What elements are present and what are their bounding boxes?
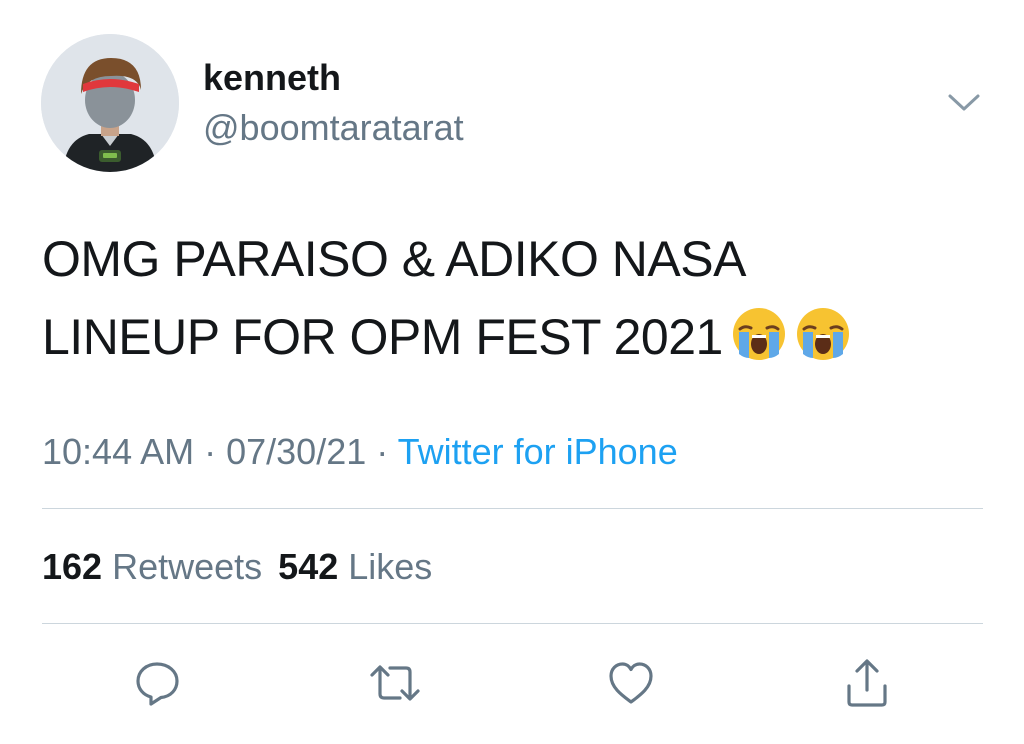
tweet-text-line-content: LINEUP FOR OPM FEST 2021	[42, 309, 723, 365]
tweet-stats: 162 Retweets 542 Likes	[42, 545, 432, 589]
loudly-crying-face-icon	[731, 306, 787, 362]
likes-label: Likes	[348, 546, 433, 587]
avatar-image	[41, 34, 179, 172]
tweet-text-line: OMG PARAISO & ADIKO NASA	[42, 231, 746, 287]
tweet-source-link[interactable]: Twitter for iPhone	[398, 431, 678, 472]
retweets-label: Retweets	[112, 546, 263, 587]
meta-separator: ·	[366, 431, 398, 472]
tweet-date: 07/30/21	[226, 431, 367, 472]
like-icon[interactable]	[604, 656, 658, 710]
avatar[interactable]	[41, 34, 179, 172]
divider	[42, 623, 983, 624]
loudly-crying-face-icon	[795, 306, 851, 362]
retweets-stat[interactable]: 162 Retweets	[42, 546, 262, 587]
tweet-text-line: LINEUP FOR OPM FEST 2021	[42, 298, 982, 376]
meta-separator: ·	[194, 431, 227, 472]
retweet-icon[interactable]	[368, 656, 422, 710]
likes-stat[interactable]: 542 Likes	[278, 546, 432, 587]
chevron-down-icon[interactable]	[942, 82, 986, 122]
share-icon[interactable]	[840, 656, 894, 710]
user-handle[interactable]: @boomtaratarat	[203, 106, 464, 150]
reply-icon[interactable]	[130, 656, 184, 710]
likes-count: 542	[278, 546, 339, 587]
divider	[42, 508, 983, 509]
tweet-time: 10:44 AM	[42, 431, 195, 472]
tweet-meta: 10:44 AM · 07/30/21 · Twitter for iPhone	[42, 430, 678, 474]
retweets-count: 162	[42, 546, 103, 587]
tweet-detail: kenneth @boomtaratarat OMG PARAISO & ADI…	[0, 0, 1024, 744]
tweet-text: OMG PARAISO & ADIKO NASA LINEUP FOR OPM …	[42, 220, 982, 376]
display-name[interactable]: kenneth	[203, 56, 341, 100]
